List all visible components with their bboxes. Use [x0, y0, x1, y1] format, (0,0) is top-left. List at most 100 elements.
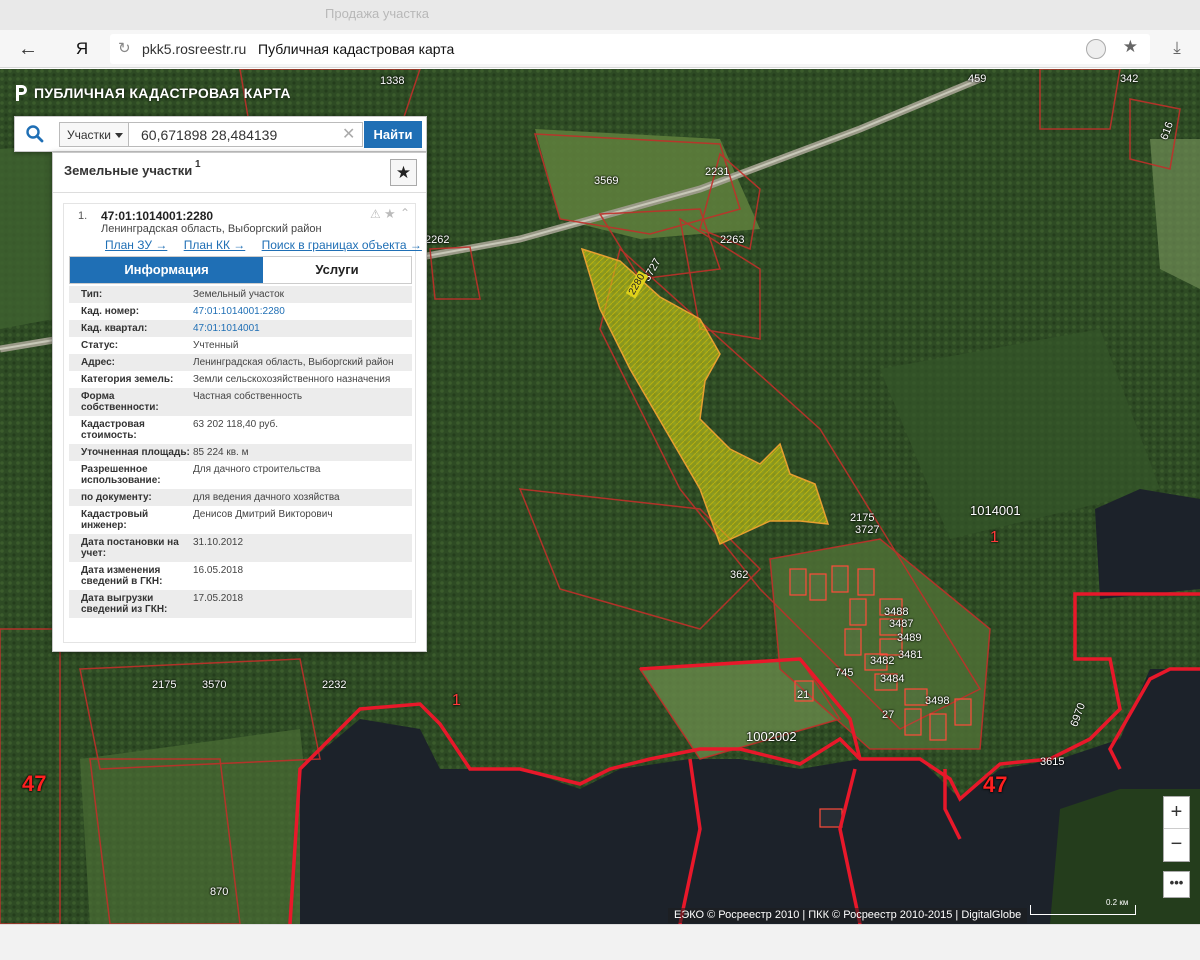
map-label: 3498 [925, 695, 950, 707]
link-plan-kk[interactable]: План КК → [184, 238, 246, 252]
attribute-row: Кад. номер: 47:01:1014001:2280 [69, 303, 412, 320]
more-options-button[interactable]: ••• [1163, 871, 1190, 898]
results-count: 1 [195, 159, 201, 170]
collapse-icon[interactable]: ⌃ [400, 206, 410, 220]
map-label: 3489 [897, 632, 922, 644]
rosreestr-logo-icon [16, 85, 27, 101]
map-label: 47 [22, 771, 47, 796]
warning-icon[interactable]: ⚠ [370, 207, 381, 221]
chevron-down-icon [115, 133, 123, 138]
attribute-key: Адрес: [81, 357, 115, 368]
tab-services[interactable]: Услуги [263, 257, 411, 283]
attribute-row: Статус: Учтенный [69, 337, 412, 354]
attribute-key: Кад. номер: [81, 306, 140, 317]
map-label: 3570 [202, 679, 227, 691]
attribute-key: Дата изменения сведений в ГКН: [81, 565, 163, 587]
attribute-value: 17.05.2018 [193, 593, 244, 604]
attribute-row: Категория земель: Земли сельскохозяйствен… [69, 371, 412, 388]
tab-information[interactable]: Информация [70, 257, 263, 283]
clear-icon[interactable]: ✕ [342, 124, 355, 144]
map-label: 2231 [705, 166, 730, 178]
map-label: 1 [452, 692, 461, 709]
attribute-value: Земли сельскохозяйственного назначения [193, 374, 391, 385]
results-panel-header: Земельные участки 1 ★ [53, 153, 426, 193]
search-type-select[interactable]: Участки [59, 122, 129, 147]
zoom-out-button[interactable]: − [1164, 829, 1189, 861]
attribute-value: Частная собственность [193, 391, 303, 402]
search-type-label: Участки [67, 128, 111, 142]
map-label: 3481 [898, 649, 923, 661]
favorite-star-icon[interactable]: ★ [390, 159, 417, 186]
attributes-table: Тип: Земельный участок Кад. номер: 47:01:10… [69, 286, 412, 618]
map-label: 362 [730, 569, 749, 581]
attribute-value[interactable]: 47:01:1014001 [193, 323, 412, 334]
yandex-button[interactable]: Я [70, 37, 94, 61]
attribute-key: Форма собственности: [81, 391, 159, 413]
results-panel: Земельные участки 1 ★ 1. 47:01:1014001:2… [52, 152, 427, 652]
map-label: 3488 [884, 606, 909, 618]
map-label: 3482 [870, 655, 895, 667]
browser-toolbar: ← Я ↻ pkk5.rosreestr.ru Публичная кадаст… [0, 30, 1200, 68]
map-label: 1002002 [746, 729, 797, 744]
result-region: Ленинградская область, Выборгский район [101, 223, 322, 235]
arrow-left-icon[interactable]: ← [14, 36, 42, 62]
attribute-value[interactable]: 47:01:1014001:2280 [193, 306, 412, 317]
attribute-row: Кадастровая стоимость: 63 202 118,40 руб. [69, 416, 412, 444]
address-bar[interactable]: ↻ pkk5.rosreestr.ru Публичная кадастрова… [110, 34, 1150, 64]
download-icon[interactable]: ⤓ [1166, 38, 1188, 60]
link-plan-zu[interactable]: План ЗУ → [105, 238, 167, 252]
map-label: 3484 [880, 673, 905, 685]
map-label: 47 [983, 772, 1008, 797]
scale-label: 0.2 км [1106, 898, 1129, 907]
attribute-row: Дата выгрузки сведений из ГКН: 17.05.2018 [69, 590, 412, 618]
attribute-key: Кад. квартал: [81, 323, 148, 334]
attribute-value: Ленинградская область, Выборгский район [193, 357, 394, 368]
attribute-key: Дата постановки на учет: [81, 537, 179, 559]
map-label: 2175 [850, 512, 875, 524]
attribute-row: Тип: Земельный участок [69, 286, 412, 303]
app-header: ПУБЛИЧНАЯ КАДАСТРОВАЯ КАРТА [14, 82, 291, 104]
attribute-value: Денисов Дмитрий Викторович [193, 509, 333, 520]
attribute-value: Учтенный [193, 340, 239, 351]
map-label: 870 [210, 886, 229, 898]
search-input[interactable] [129, 122, 363, 147]
map-label: 1338 [380, 75, 405, 87]
attribute-key: по документу: [81, 492, 152, 503]
attribute-value: 85 224 кв. м [193, 447, 249, 458]
browser-tabstrip: Продажа участка [0, 0, 1200, 30]
map-label: 3569 [594, 175, 619, 187]
attribute-row: по документу: для ведения дачного хозяйст… [69, 489, 412, 506]
map-label: 342 [1120, 73, 1139, 85]
map-label: 459 [968, 73, 987, 85]
map-label: 1 [990, 529, 999, 546]
find-button[interactable]: Найти [364, 121, 422, 148]
attribute-row: Дата изменения сведений в ГКН: 16.05.2018 [69, 562, 412, 590]
result-number: 1. [78, 210, 88, 222]
browser-tab-title[interactable]: Продажа участка [325, 6, 429, 21]
zoom-in-button[interactable]: + [1164, 797, 1189, 829]
result-cadastral-id[interactable]: 47:01:1014001:2280 [101, 209, 213, 223]
map-label: 3615 [1040, 756, 1065, 768]
attribute-row: Кад. квартал: 47:01:1014001 [69, 320, 412, 337]
map-label: 3727 [855, 524, 880, 536]
attribute-row: Разрешенное использование: Для дачного ст… [69, 461, 412, 489]
map-label: 2232 [322, 679, 347, 691]
attribute-value: 16.05.2018 [193, 565, 244, 576]
star-icon[interactable]: ★ [384, 206, 396, 222]
bookmark-star-icon[interactable]: ★ [1123, 37, 1138, 57]
attribute-value: Для дачного строительства [193, 464, 321, 475]
attribute-key: Уточненная площадь: [81, 447, 190, 458]
attribute-row: Адрес: Ленинградская область, Выборгский … [69, 354, 412, 371]
result-links: План ЗУ → План КК → Поиск в границах объ… [105, 238, 435, 252]
search-icon[interactable] [25, 124, 45, 144]
attribute-key: Разрешенное использование: [81, 464, 161, 486]
link-search-in-bounds[interactable]: Поиск в границах объекта → [262, 238, 422, 252]
search-bar: Участки ✕ Найти [14, 116, 427, 152]
result-tabs: Информация Услуги [69, 256, 412, 284]
map-label: 745 [835, 667, 854, 679]
reload-icon[interactable]: ↻ [118, 39, 131, 57]
map-label: 2175 [152, 679, 177, 691]
result-item: 1. 47:01:1014001:2280 Ленинградская обла… [63, 203, 422, 643]
globe-icon[interactable] [1086, 39, 1106, 59]
attribute-key: Тип: [81, 289, 103, 300]
